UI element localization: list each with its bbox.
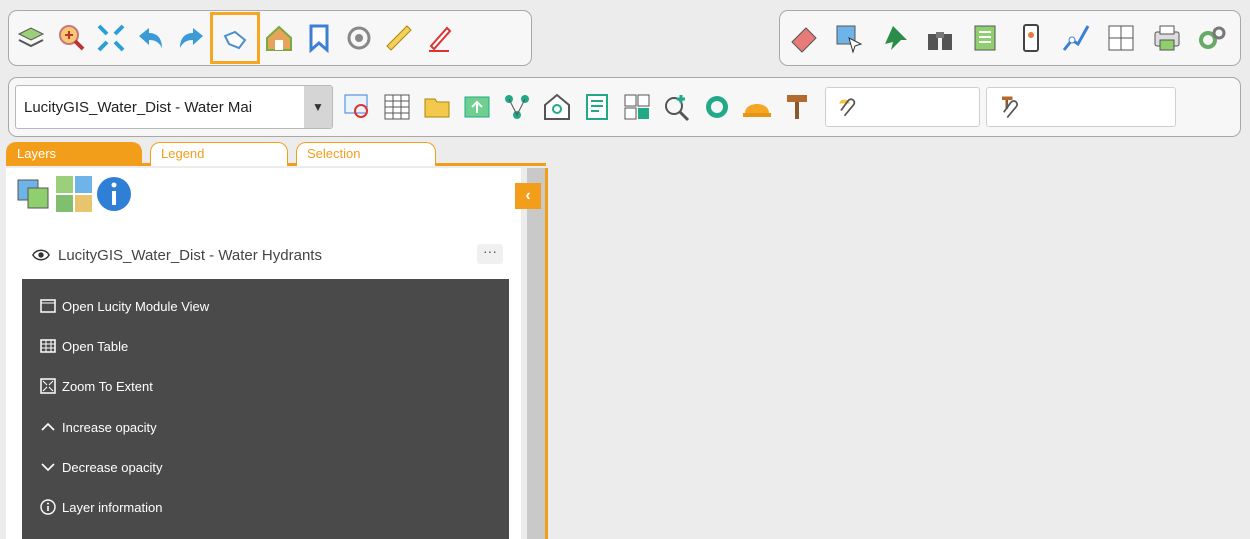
menu-item-layer-information[interactable]: Layer information <box>40 496 162 518</box>
tab-layers[interactable]: Layers <box>6 142 142 166</box>
binoculars-icon[interactable] <box>922 20 958 56</box>
locate-icon[interactable] <box>341 20 377 56</box>
basemap-gallery-icon[interactable] <box>54 174 94 214</box>
window-icon <box>40 299 56 313</box>
panel-icons <box>14 174 134 214</box>
info-icon <box>40 499 56 515</box>
route-icon[interactable] <box>1058 20 1094 56</box>
zoom-extent-icon <box>40 378 56 394</box>
map-navigation-toolbar <box>8 10 532 66</box>
paperclip-hard-hat-icon <box>839 98 856 117</box>
measure-icon[interactable] <box>381 20 417 56</box>
layer-item[interactable]: LucityGIS_Water_Dist - Water Hydrants ··… <box>14 232 509 278</box>
upload-icon[interactable] <box>459 89 495 125</box>
search-home-icon[interactable] <box>539 89 575 125</box>
select-features-icon[interactable] <box>831 20 867 56</box>
layer-select-value: LucityGIS_Water_Dist - Water Mai <box>24 98 253 116</box>
eraser-icon[interactable] <box>786 20 822 56</box>
menu-item-label: Decrease opacity <box>62 459 163 475</box>
layer-context-menu: Open Lucity Module View Open Table Zoom … <box>22 279 509 539</box>
paperclip-hammer-icon <box>1002 96 1019 119</box>
mobile-icon[interactable] <box>1013 20 1049 56</box>
menu-item-label: Zoom To Extent <box>62 378 153 394</box>
menu-item-label: Open Lucity Module View <box>62 298 210 314</box>
tools-toolbar <box>779 10 1241 66</box>
hard-hat-icon[interactable] <box>739 89 775 125</box>
tab-legend[interactable]: Legend <box>150 142 288 166</box>
menu-item-increase-opacity[interactable]: Increase opacity <box>40 416 157 438</box>
menu-item-label: Open Table <box>62 338 129 354</box>
eye-icon[interactable] <box>32 246 50 264</box>
open-folder-icon[interactable] <box>419 89 455 125</box>
layer-select[interactable]: LucityGIS_Water_Dist - Water Mai ▼ <box>15 85 333 129</box>
print-icon[interactable] <box>1149 20 1185 56</box>
home-icon[interactable] <box>261 20 297 56</box>
zoom-in-icon[interactable] <box>53 20 89 56</box>
draw-icon[interactable] <box>421 20 457 56</box>
bookmark-icon[interactable] <box>301 20 337 56</box>
layers-icon[interactable] <box>13 20 49 56</box>
menu-item-label: Layer information <box>62 499 163 515</box>
attachment-field-1[interactable] <box>825 87 980 127</box>
panel-scrollbar[interactable] <box>527 168 545 539</box>
attachment-field-2[interactable] <box>986 87 1176 127</box>
menu-item-zoom-to-extent[interactable]: Zoom To Extent <box>40 375 153 397</box>
chevron-up-icon <box>41 422 55 431</box>
pin-icon[interactable] <box>877 20 913 56</box>
settings-icon[interactable] <box>1194 20 1230 56</box>
layer-list-icon[interactable] <box>14 174 54 214</box>
table-icon <box>40 339 56 353</box>
document-icon[interactable] <box>579 89 615 125</box>
headset-icon[interactable] <box>699 89 735 125</box>
menu-item-label: Increase opacity <box>62 419 157 435</box>
pan-hand-icon[interactable] <box>210 12 260 64</box>
back-icon[interactable] <box>133 20 169 56</box>
zoom-add-icon[interactable] <box>659 89 695 125</box>
more-options-button[interactable]: ··· <box>477 244 503 264</box>
forward-icon[interactable] <box>173 20 209 56</box>
chevron-down-icon <box>41 463 55 472</box>
copy-icon[interactable] <box>1103 20 1139 56</box>
chevron-down-icon[interactable]: ▼ <box>304 86 332 128</box>
menu-item-decrease-opacity[interactable]: Decrease opacity <box>40 456 162 478</box>
map-notes-icon[interactable] <box>967 20 1003 56</box>
hammer-icon[interactable] <box>779 89 815 125</box>
network-trace-icon[interactable] <box>499 89 535 125</box>
menu-item-open-module-view[interactable]: Open Lucity Module View <box>40 295 209 317</box>
identify-icon[interactable] <box>339 89 375 125</box>
compare-icon[interactable] <box>619 89 655 125</box>
layer-name: LucityGIS_Water_Dist - Water Hydrants <box>58 246 322 264</box>
info-icon[interactable] <box>94 174 134 214</box>
layer-toolbar: LucityGIS_Water_Dist - Water Mai ▼ <box>8 77 1241 137</box>
table-icon[interactable] <box>379 89 415 125</box>
tab-selection[interactable]: Selection <box>296 142 436 166</box>
panel-tabs: Layers Legend Selection <box>6 142 546 166</box>
collapse-panel-button[interactable]: ‹ <box>515 183 541 209</box>
panel-edge <box>545 168 548 539</box>
full-extent-icon[interactable] <box>93 20 129 56</box>
menu-item-open-table[interactable]: Open Table <box>40 335 128 357</box>
